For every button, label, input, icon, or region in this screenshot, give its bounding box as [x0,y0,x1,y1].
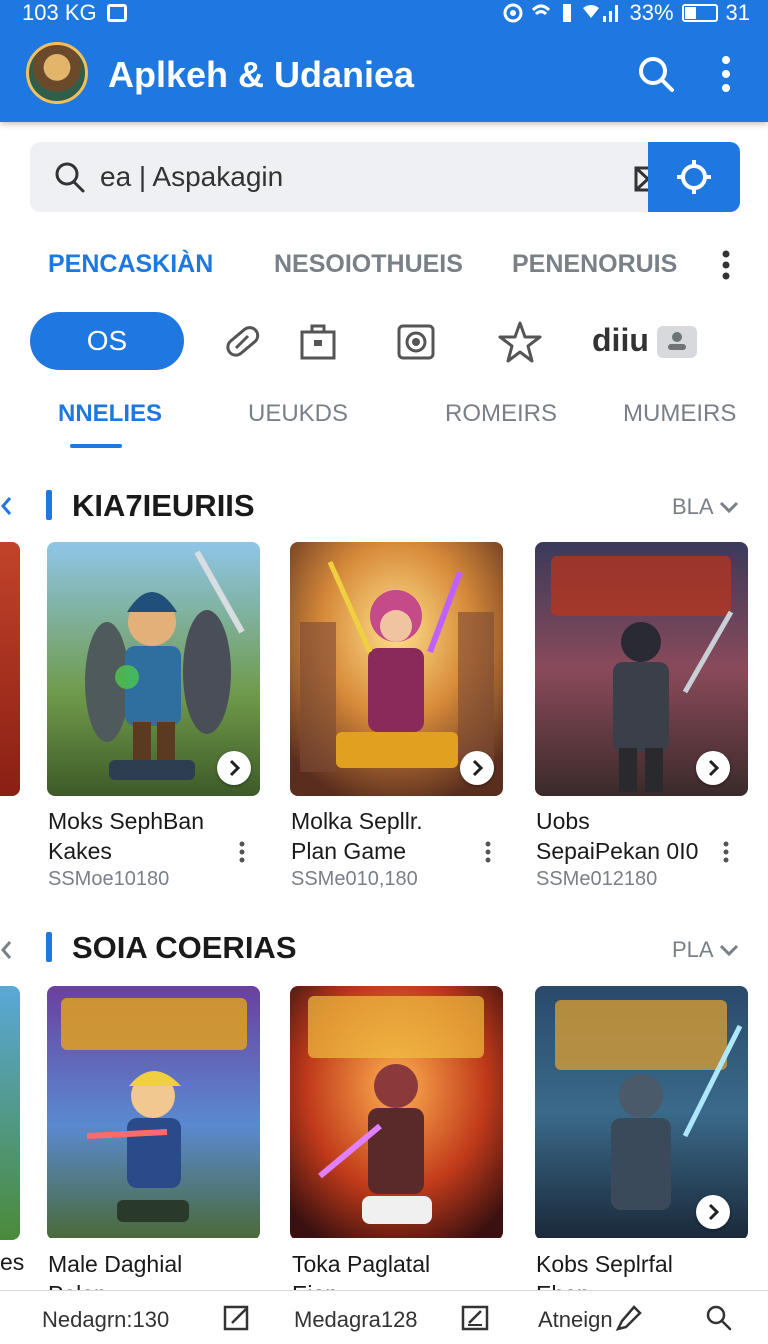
edit-icon[interactable] [222,1303,252,1333]
category-tab-2[interactable]: NESOIOTHUEIS [274,250,463,279]
notification-icon [106,4,127,22]
camera-search-icon [677,160,711,194]
play-arrow-icon[interactable] [217,751,251,785]
card-peek[interactable] [0,542,20,796]
game-card-image[interactable] [290,986,503,1240]
tag-icon[interactable] [218,318,266,366]
bottom-nav-item-2[interactable]: Medagra128 [294,1307,418,1333]
game-card-title[interactable]: Molka Sepllr. Plan Game [291,806,471,866]
search-bar [30,142,740,212]
app-bar: 103 KG 33% 31 Aplkeh & Udaniea [0,0,768,122]
chevron-down-icon [719,944,738,957]
game-card-title[interactable]: Uobs SepaiPekan 0I0 [536,806,716,866]
person-badge-icon[interactable] [657,326,697,358]
search-input[interactable] [100,158,600,196]
briefcase-icon[interactable] [294,318,342,366]
section-title: SOIA COERIAS [72,930,297,965]
play-arrow-icon[interactable] [460,751,494,785]
edit-box-icon[interactable] [460,1303,490,1333]
chevron-left-icon[interactable] [0,938,14,962]
camera-icon[interactable] [392,318,440,366]
section-accent [46,490,52,520]
card-more-icon[interactable] [483,840,493,864]
app-screen: 103 KG 33% 31 Aplkeh & Udaniea ea | Asрa… [0,0,768,1344]
sub-tab-3[interactable]: ROMEIRS [445,400,557,428]
status-clock: 31 [725,0,750,25]
play-arrow-icon[interactable] [696,1195,730,1229]
chevron-left-icon[interactable] [0,494,14,518]
more-vert-icon[interactable] [712,248,740,284]
bottom-nav: Nedagrn:130 Medagra128 Atneign [0,1290,768,1344]
section-title: KIA7IEURIIS [72,488,255,523]
chevron-down-icon [719,501,738,514]
section-more-label: BLA [672,494,713,519]
status-bar: 103 KG 33% 31 [0,0,768,26]
section-more-label: PLA [672,937,713,962]
bottom-nav-item-1[interactable]: Nedagrn:130 [42,1307,169,1333]
search-icon[interactable] [636,52,676,96]
search-submit-button[interactable] [648,142,740,212]
peek-card-title[interactable]: es [0,1249,24,1276]
game-card-title[interactable]: Moks SephBan Kakes [48,806,228,866]
bottom-nav-item-3[interactable]: Atneign [538,1307,613,1333]
search-icon[interactable] [704,1303,734,1333]
game-card-image[interactable] [47,986,260,1240]
card-more-icon[interactable] [237,840,247,864]
filter-text-chip[interactable]: diiu [592,322,649,359]
sub-tab-4[interactable]: MUMEIRS [623,400,736,428]
play-arrow-icon[interactable] [696,751,730,785]
section-more-button[interactable]: PLA [672,937,739,963]
battery-percent: 33% [629,0,674,25]
search-icon [55,162,85,193]
chat-icon[interactable] [614,1303,644,1333]
battery-icon [681,4,718,22]
sub-tab-2[interactable]: UEUKDS [248,400,348,428]
status-left-text: 103 KG [22,0,97,25]
card-peek[interactable] [0,986,20,1240]
category-tab-3[interactable]: PENENORUIS [512,250,677,279]
star-icon[interactable] [496,318,544,366]
filter-chip-os[interactable]: OS [30,312,184,370]
app-title: Aplkeh & Udaniea [108,54,415,95]
avatar[interactable] [26,42,88,104]
signal-icon [583,5,619,22]
game-card-subtitle: SSMe012180 [536,868,658,890]
game-card-subtitle: SSMe010,180 [291,868,418,890]
section-accent [46,932,52,962]
active-tab-indicator [70,444,122,448]
more-vert-icon[interactable] [706,52,746,96]
section-more-button[interactable]: BLA [672,494,739,520]
wifi-icon [503,3,572,23]
category-tab-1[interactable]: PENCASKIÀN [48,250,213,279]
card-more-icon[interactable] [721,840,731,864]
game-card-subtitle: SSMoe10180 [48,868,170,890]
sub-tab-1[interactable]: NNELIES [58,400,162,428]
